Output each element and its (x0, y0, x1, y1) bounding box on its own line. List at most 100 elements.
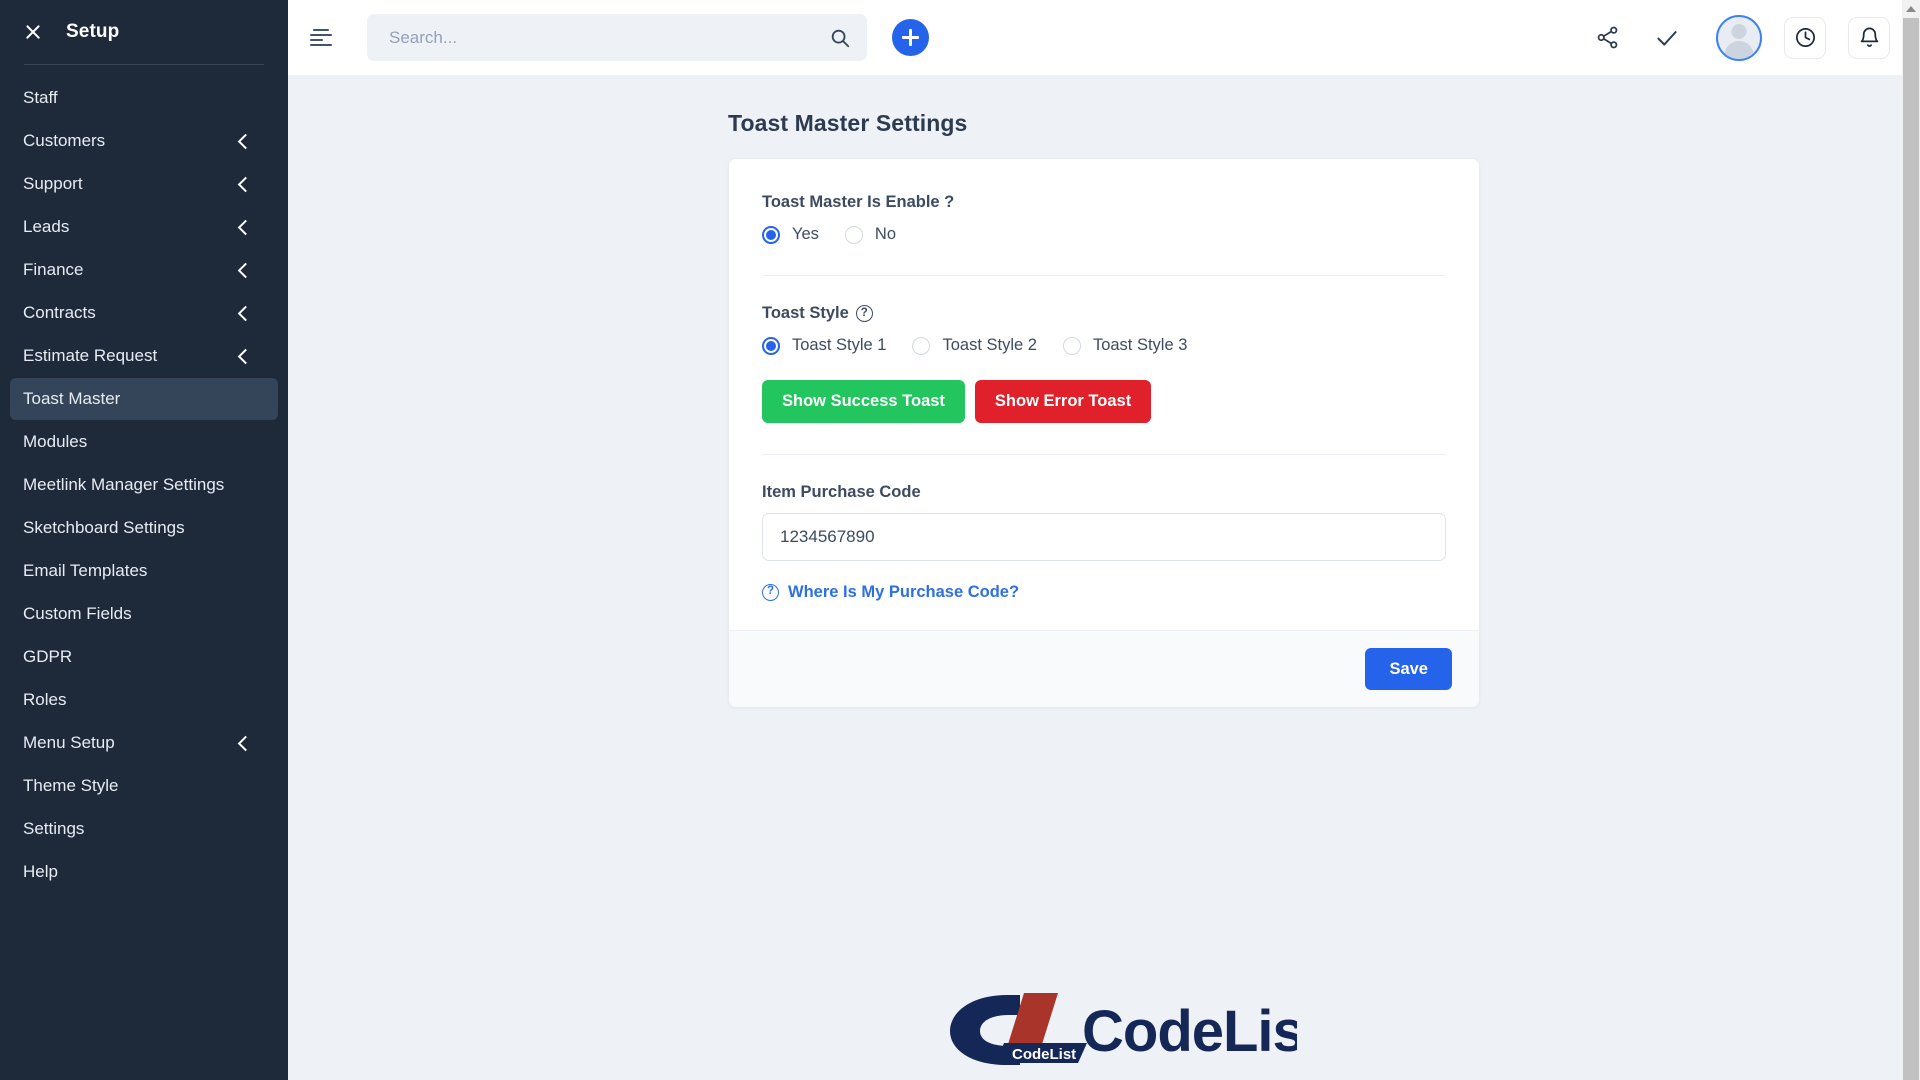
sidebar-item-menu-setup[interactable]: Menu Setup (10, 722, 278, 764)
search-box[interactable] (367, 14, 867, 61)
radio-label: Toast Style 3 (1092, 336, 1188, 354)
svg-text:CodeList: CodeList (1012, 1046, 1076, 1063)
question-circle-icon: ? (762, 583, 779, 601)
sidebar-item-support[interactable]: Support (10, 163, 278, 205)
sidebar-item-finance[interactable]: Finance (10, 249, 278, 291)
toast-style-label: Toast Style ? (762, 304, 1446, 323)
app-root: Setup Staff Customers Support Leads Finance C… (0, 0, 1920, 1080)
avatar[interactable] (1716, 14, 1762, 61)
chevron-left-icon[interactable] (237, 735, 254, 751)
sidebar-item-customers[interactable]: Customers (10, 120, 278, 162)
chevron-left-icon[interactable] (237, 305, 254, 321)
purchase-code-group: Item Purchase Code ? Where Is My Purchas… (762, 483, 1446, 602)
where-is-purchase-code-label: Where Is My Purchase Code? (788, 582, 1020, 601)
show-success-toast-button[interactable]: Show Success Toast (762, 380, 965, 423)
question-circle-icon[interactable]: ? (855, 305, 873, 322)
divider-1 (762, 275, 1446, 276)
toast-style-option-2[interactable]: Toast Style 2 (912, 336, 1037, 355)
settings-card-footer: Save (729, 629, 1479, 707)
purchase-code-label: Item Purchase Code (762, 482, 921, 501)
sidebar-item-label: Staff (23, 88, 58, 107)
sidebar-item-label: Email Templates (23, 561, 148, 580)
sidebar-item-meetlink-manager-settings[interactable]: Meetlink Manager Settings (10, 464, 278, 506)
bell-icon[interactable] (1848, 16, 1890, 59)
radio-button[interactable] (844, 225, 863, 244)
close-icon[interactable] (24, 23, 42, 41)
sidebar: Setup Staff Customers Support Leads Finance C… (0, 0, 288, 1080)
save-button[interactable]: Save (1365, 647, 1452, 690)
codelist-logo-icon: CodeList CodeList.in (949, 992, 1297, 1065)
add-button[interactable] (892, 19, 929, 56)
sidebar-item-label: Roles (23, 690, 67, 709)
radio-label: No (874, 225, 897, 243)
sidebar-item-label: Finance (23, 260, 84, 279)
radio-button[interactable] (1062, 336, 1081, 355)
radio-button[interactable] (912, 336, 931, 355)
radio-button[interactable] (762, 225, 780, 244)
sidebar-item-label: Meetlink Manager Settings (23, 475, 225, 494)
sidebar-item-staff[interactable]: Staff (10, 77, 278, 119)
radio-label: Toast Style 1 (792, 336, 887, 354)
where-is-purchase-code-link[interactable]: ? Where Is My Purchase Code? (762, 583, 1019, 602)
scroll-up-arrow[interactable] (1902, 0, 1920, 18)
sidebar-item-label: Support (23, 174, 83, 193)
chevron-left-icon[interactable] (237, 348, 254, 364)
sidebar-nav: Staff Customers Support Leads Finance Contrac… (0, 77, 288, 894)
page-title: Toast Master Settings (728, 110, 968, 136)
sidebar-item-roles[interactable]: Roles (10, 679, 278, 721)
sidebar-item-toast-master[interactable]: Toast Master (10, 378, 278, 420)
radio-button[interactable] (762, 336, 780, 355)
toast-enable-option-2[interactable]: No (844, 225, 897, 244)
sidebar-item-label: Settings (23, 819, 85, 838)
topbar (288, 0, 1920, 75)
sidebar-item-custom-fields[interactable]: Custom Fields (10, 593, 278, 635)
sidebar-title: Setup (66, 21, 120, 42)
divider-2 (762, 453, 1446, 455)
sidebar-item-modules[interactable]: Modules (10, 421, 278, 463)
sidebar-item-estimate-request[interactable]: Estimate Request (10, 335, 278, 377)
sidebar-item-settings[interactable]: Settings (10, 808, 278, 850)
sidebar-item-label: Modules (23, 432, 88, 451)
toast-enable-option-1[interactable]: Yes (762, 225, 819, 244)
chevron-left-icon[interactable] (237, 133, 254, 149)
sidebar-item-label: Estimate Request (23, 346, 158, 365)
chevron-left-icon[interactable] (237, 219, 254, 235)
sidebar-item-theme-style[interactable]: Theme Style (10, 765, 278, 807)
sidebar-item-label: Theme Style (23, 776, 119, 795)
main-area: Toast Master Settings Toast Master Is En… (288, 0, 1920, 1080)
svg-text:CodeList.in: CodeList.in (1082, 999, 1297, 1064)
hamburger-icon[interactable] (310, 28, 332, 47)
sidebar-item-sketchboard-settings[interactable]: Sketchboard Settings (10, 507, 278, 549)
share-icon[interactable] (1592, 23, 1622, 53)
check-icon[interactable] (1652, 23, 1682, 53)
show-error-toast-button[interactable]: Show Error Toast (974, 380, 1152, 423)
purchase-code-input[interactable] (762, 512, 1446, 561)
footer-logo: CodeList CodeList.in (288, 970, 1920, 1080)
chevron-left-icon[interactable] (237, 176, 254, 192)
search-icon[interactable] (829, 27, 851, 49)
toast-demo-buttons: Show Success Toast Show Error Toast (762, 380, 1446, 423)
sidebar-item-leads[interactable]: Leads (10, 206, 278, 248)
chevron-left-icon[interactable] (237, 262, 254, 278)
toast-enable-label: Toast Master Is Enable ? (762, 193, 955, 211)
sidebar-item-contracts[interactable]: Contracts (10, 292, 278, 334)
scrollbar-thumb[interactable] (1903, 18, 1919, 1080)
toast-style-radios: Toast Style 1 Toast Style 2 Toast Style 3 (762, 336, 1446, 355)
sidebar-item-gdpr[interactable]: GDPR (10, 636, 278, 678)
toast-style-option-1[interactable]: Toast Style 1 (762, 336, 886, 355)
sidebar-header: Setup (0, 0, 288, 64)
vertical-scrollbar[interactable] (1902, 0, 1920, 1080)
sidebar-item-label: Contracts (23, 303, 96, 322)
settings-card-body: Toast Master Is Enable ? Yes No Toast Sty… (729, 159, 1479, 630)
radio-label: Yes (792, 225, 819, 243)
radio-label: Toast Style 2 (942, 336, 1037, 354)
sidebar-item-label: Leads (23, 217, 70, 236)
sidebar-item-label: Custom Fields (23, 604, 132, 623)
sidebar-item-label: Customers (23, 131, 106, 150)
search-input[interactable] (389, 27, 829, 48)
sidebar-item-email-templates[interactable]: Email Templates (10, 550, 278, 592)
toast-style-option-3[interactable]: Toast Style 3 (1062, 336, 1188, 355)
sidebar-item-help[interactable]: Help (10, 851, 278, 893)
clock-icon[interactable] (1784, 16, 1826, 59)
sidebar-item-label: Menu Setup (23, 733, 115, 752)
